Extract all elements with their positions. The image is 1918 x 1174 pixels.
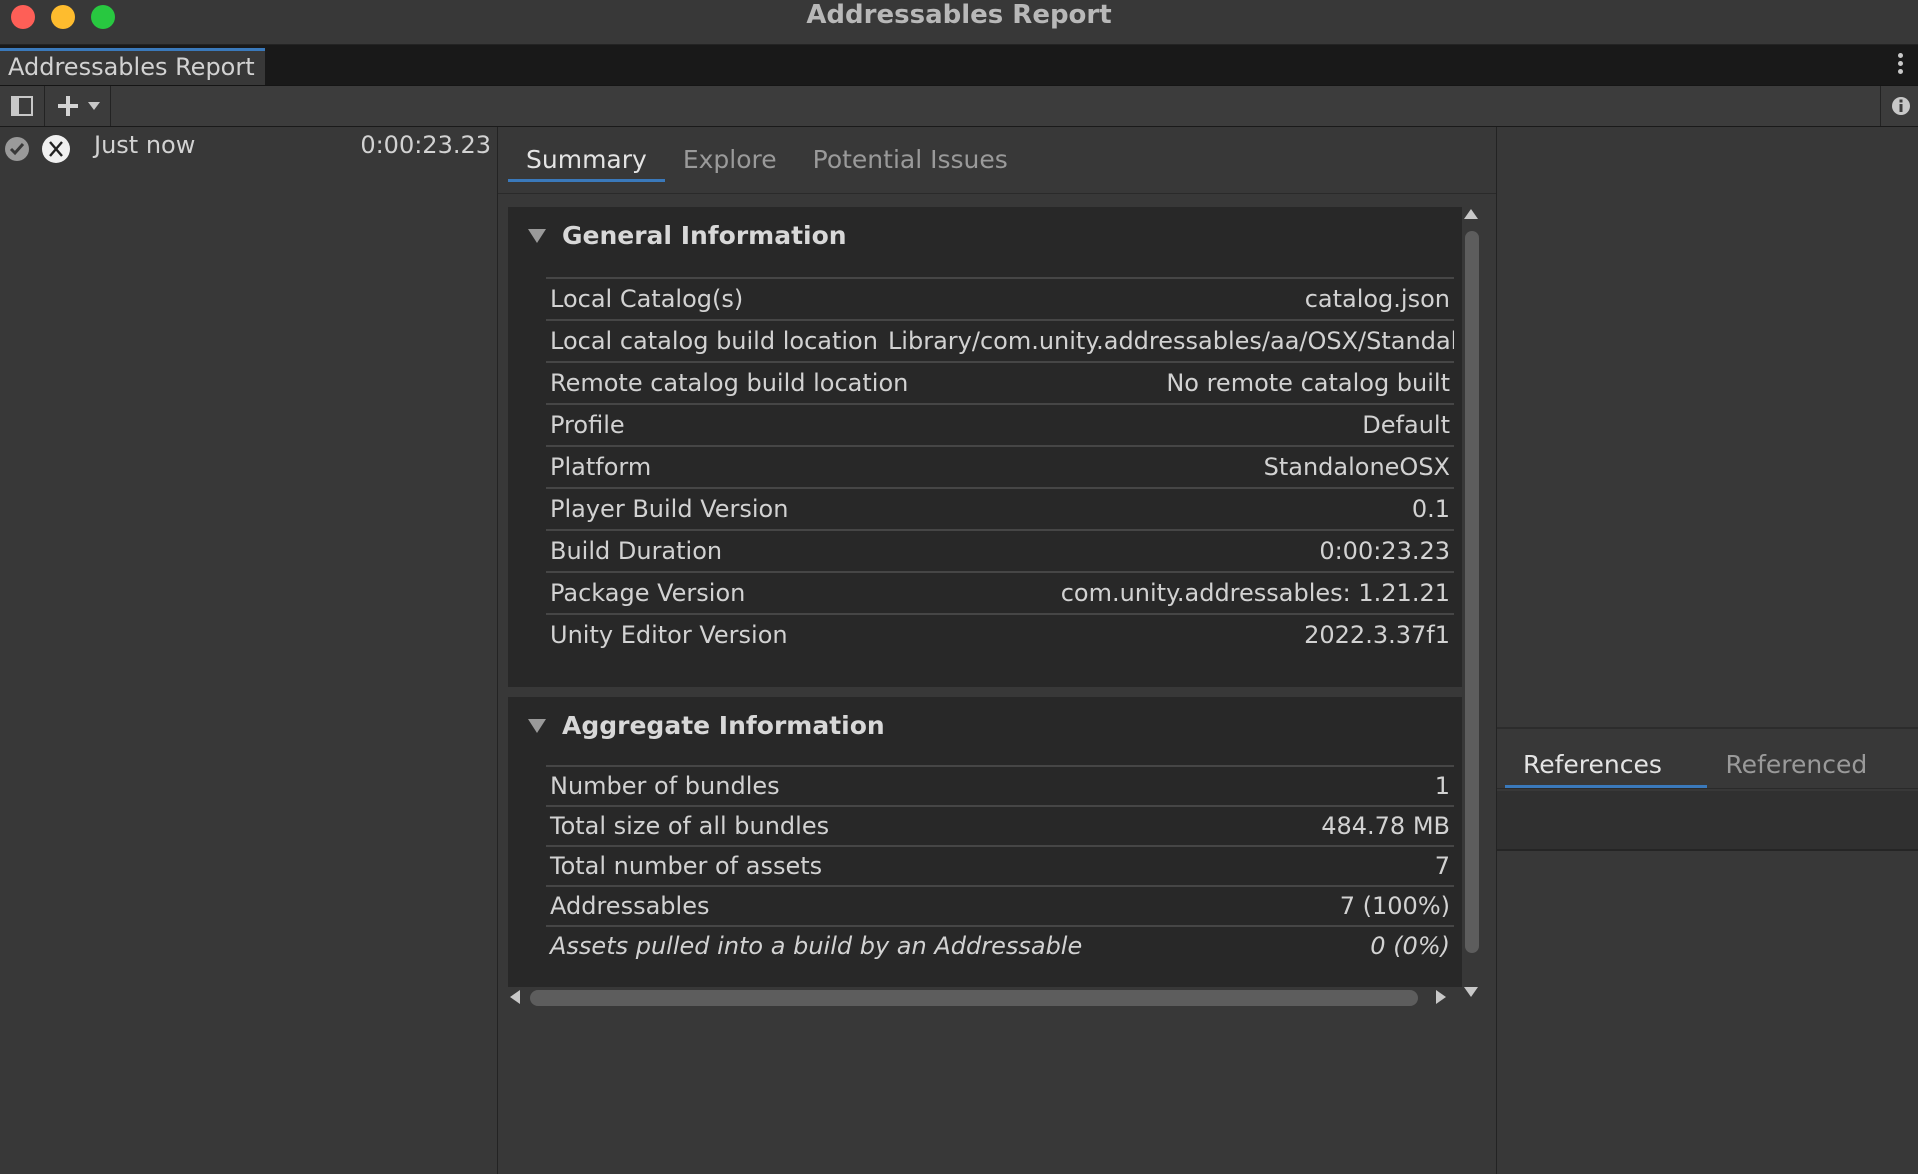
table-row: Profile Default: [546, 403, 1454, 445]
scroll-up-arrow-icon[interactable]: [1464, 209, 1478, 219]
aggregate-information-foldout[interactable]: Aggregate Information: [528, 709, 885, 743]
table-row: Local catalog build location Library/com.…: [546, 319, 1454, 361]
table-row: Local Catalog(s) catalog.json: [546, 277, 1454, 319]
toggle-sidebar-button[interactable]: [4, 86, 40, 126]
tab-explore[interactable]: Explore: [665, 141, 795, 179]
tab-referenced-by[interactable]: Referenced By: [1707, 745, 1918, 819]
table-row: Addressables 7 (100%): [546, 885, 1454, 925]
checkmark-icon: [5, 137, 29, 161]
scroll-right-arrow-icon[interactable]: [1436, 990, 1446, 1004]
plus-icon: [58, 96, 78, 116]
references-list: [1497, 791, 1918, 851]
table-row: Total number of assets 7: [546, 845, 1454, 885]
tab-potential-issues[interactable]: Potential Issues: [795, 141, 1026, 179]
report-content-panel: Summary Explore Potential Issues General…: [498, 127, 1497, 1174]
table-row: Total size of all bundles 484.78 MB: [546, 805, 1454, 845]
title-bar: Addressables Report: [0, 0, 1918, 45]
general-information-section: General Information Local Catalog(s) cata…: [508, 207, 1462, 687]
report-time-label: Just now: [94, 131, 196, 159]
foldout-arrow-icon: [528, 719, 546, 733]
horizontal-scrollbar[interactable]: [508, 987, 1468, 1007]
tab-summary[interactable]: Summary: [508, 141, 665, 182]
window-title: Addressables Report: [806, 0, 1112, 30]
general-information-foldout[interactable]: General Information: [528, 219, 847, 253]
report-toolbar: [0, 86, 1918, 127]
info-icon: [1892, 97, 1910, 115]
table-row: Assets pulled into a build by an Address…: [546, 925, 1454, 965]
unity-logo-icon: [42, 135, 70, 163]
aggregate-information-rows: Number of bundles 1 Total size of all bun…: [546, 765, 1454, 965]
report-duration: 0:00:23.23: [360, 131, 491, 159]
vertical-scrollbar[interactable]: [1462, 207, 1480, 999]
tab-references-to[interactable]: References To: [1505, 745, 1708, 819]
general-information-rows: Local Catalog(s) catalog.json Local catal…: [546, 277, 1454, 655]
table-row: Package Version com.unity.addressables: 1…: [546, 571, 1454, 613]
inspector-panel: References To Referenced By: [1497, 127, 1918, 1174]
table-row: Player Build Version 0.1: [546, 487, 1454, 529]
panel-splitter[interactable]: [1497, 727, 1918, 729]
foldout-arrow-icon: [528, 229, 546, 243]
table-row: Number of bundles 1: [546, 765, 1454, 805]
window-menu-kebab-icon[interactable]: [1898, 53, 1904, 77]
table-row: Build Duration 0:00:23.23: [546, 529, 1454, 571]
add-report-button[interactable]: [50, 86, 106, 126]
reference-tabs: References To Referenced By: [1505, 745, 1918, 819]
report-list-panel: Just now 0:00:23.23: [0, 127, 498, 1174]
aggregate-information-section: Aggregate Information Number of bundles 1…: [508, 697, 1462, 987]
scroll-left-arrow-icon[interactable]: [510, 990, 520, 1004]
table-row: Unity Editor Version 2022.3.37f1: [546, 613, 1454, 655]
general-information-title: General Information: [562, 221, 847, 250]
horizontal-scroll-thumb[interactable]: [530, 990, 1418, 1006]
chevron-down-icon: [88, 102, 100, 110]
editor-tab-addressables-report[interactable]: Addressables Report: [0, 48, 265, 85]
vertical-scroll-thumb[interactable]: [1465, 231, 1479, 953]
editor-tab-strip: Addressables Report: [0, 45, 1918, 86]
table-row: Remote catalog build location No remote c…: [546, 361, 1454, 403]
aggregate-information-title: Aggregate Information: [562, 711, 885, 740]
sidebar-icon: [11, 96, 33, 116]
report-list-item[interactable]: Just now 0:00:23.23: [0, 127, 497, 171]
report-tabs: Summary Explore Potential Issues: [508, 141, 1026, 182]
table-row: Platform StandaloneOSX: [546, 445, 1454, 487]
summary-scroll-view[interactable]: General Information Local Catalog(s) cata…: [508, 207, 1480, 1103]
info-button[interactable]: [1886, 86, 1916, 126]
